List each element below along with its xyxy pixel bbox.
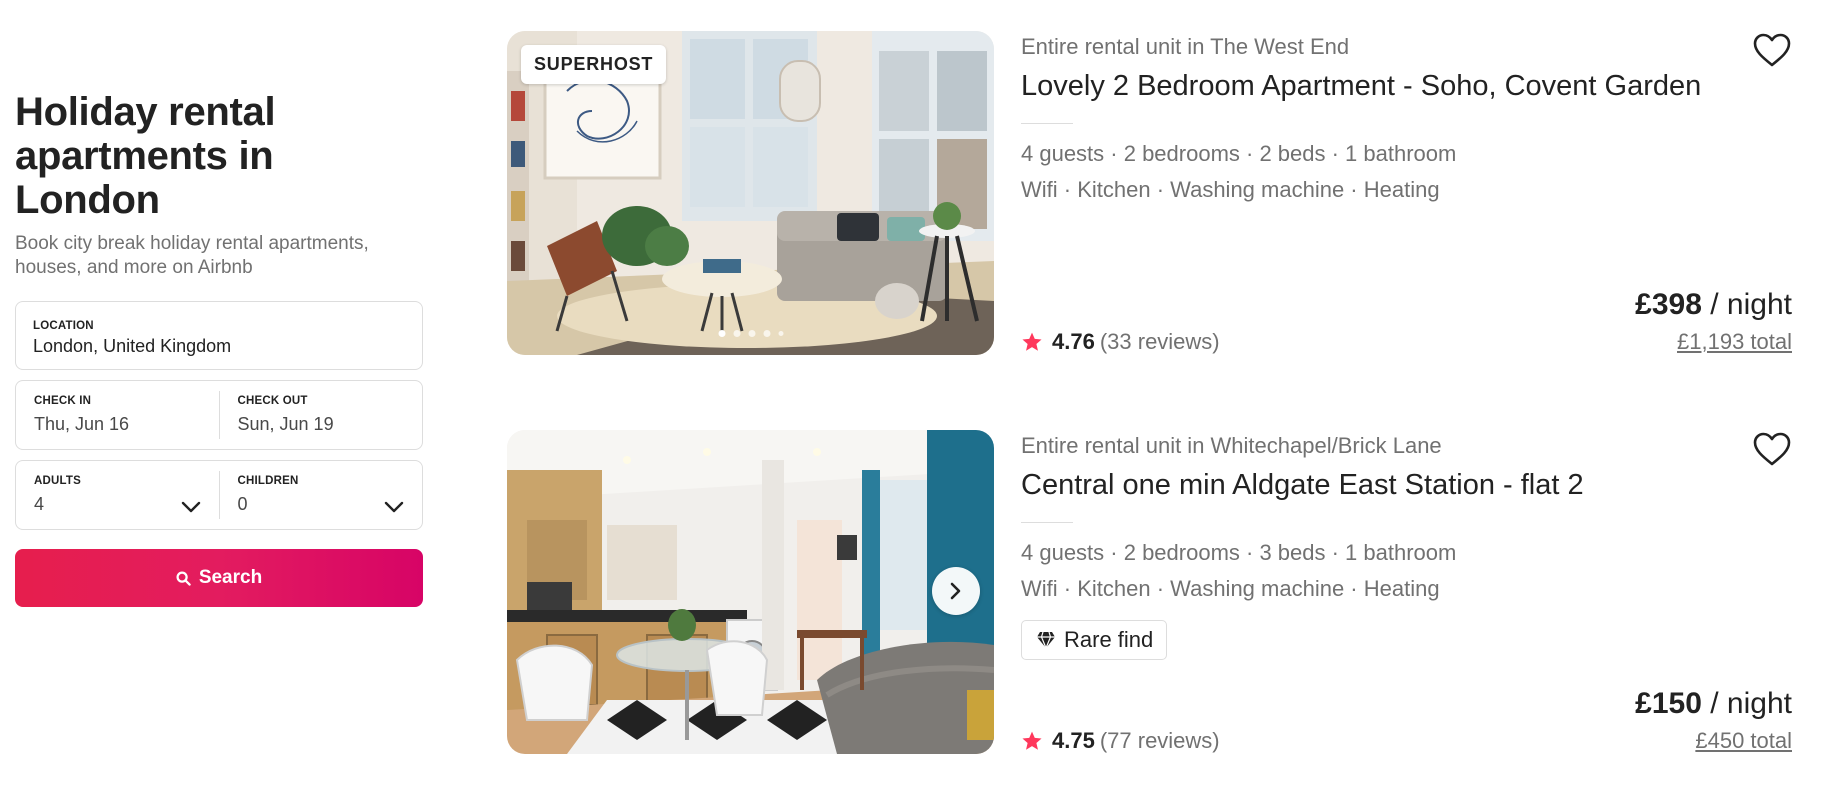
listing-photo[interactable]: SUPERHOST: [507, 31, 994, 355]
search-button-label: Search: [198, 567, 263, 588]
adults-value[interactable]: 4: [34, 494, 201, 515]
chevron-down-icon[interactable]: [181, 501, 201, 513]
carousel-dot[interactable]: [778, 331, 783, 336]
search-panel: Holiday rental apartments in London Book…: [15, 90, 423, 607]
divider: [1021, 522, 1073, 523]
adults-label: ADULTS: [34, 475, 81, 487]
location-input[interactable]: London, United Kingdom: [33, 336, 405, 357]
star-icon: [1022, 731, 1042, 750]
nightly-price: £398 / night: [1635, 287, 1792, 323]
divider: [1021, 123, 1073, 124]
price-amount: £150: [1635, 687, 1702, 720]
adults-select[interactable]: ADULTS 4: [16, 461, 219, 529]
listing-title[interactable]: Lovely 2 Bedroom Apartment - Soho, Coven…: [1021, 68, 1792, 104]
total-price-link[interactable]: £1,193 total: [1677, 329, 1792, 355]
listing-photo[interactable]: [507, 430, 994, 754]
listing-details: 4 guests · 2 bedrooms · 3 beds · 1 bathr…: [1021, 540, 1457, 565]
checkin-field[interactable]: CHECK IN Thu, Jun 16: [16, 381, 219, 449]
checkout-field[interactable]: CHECK OUT Sun, Jun 19: [218, 391, 423, 439]
listing-amenities: Wifi · Kitchen · Washing machine · Heati…: [1021, 576, 1440, 601]
carousel-dots: [718, 330, 783, 337]
rare-find-badge: Rare find: [1021, 620, 1168, 660]
chevron-right-icon: [950, 582, 961, 600]
checkin-label: CHECK IN: [34, 395, 92, 407]
star-icon: [1022, 332, 1042, 351]
price-unit: / night: [1710, 687, 1792, 720]
price-unit: / night: [1710, 288, 1792, 321]
dates-field: CHECK IN Thu, Jun 16 CHECK OUT Sun, Jun …: [15, 380, 423, 450]
heart-icon[interactable]: [1752, 32, 1792, 68]
carousel-next-button[interactable]: [932, 567, 980, 615]
location-label: LOCATION: [33, 320, 94, 332]
children-value[interactable]: 0: [238, 494, 405, 515]
checkout-label: CHECK OUT: [237, 395, 308, 407]
search-icon: [176, 570, 191, 586]
listing-info: Entire rental unit in Whitechapel/Brick …: [1021, 430, 1792, 754]
carousel-dot[interactable]: [763, 330, 770, 337]
rating-score: 4.76: [1052, 329, 1095, 354]
guests-field: ADULTS 4 CHILDREN 0: [15, 460, 423, 530]
listing-rating: 4.75 (77 reviews): [1021, 728, 1220, 754]
listing-type: Entire rental unit in The West End: [1021, 34, 1350, 59]
listing-rating: 4.76 (33 reviews): [1021, 329, 1220, 355]
total-price-link[interactable]: £450 total: [1695, 728, 1792, 754]
price-block: £150 / night £450 total: [1635, 686, 1792, 754]
rare-find-label: Rare find: [1064, 627, 1154, 652]
children-label: CHILDREN: [237, 475, 299, 487]
search-button[interactable]: Search: [15, 549, 423, 607]
carousel-dot[interactable]: [718, 330, 725, 337]
location-field[interactable]: LOCATION London, United Kingdom: [15, 301, 423, 370]
review-count: (77 reviews): [1099, 728, 1220, 753]
listing-info: Entire rental unit in The West End Lovel…: [1021, 31, 1792, 355]
listing-card[interactable]: Entire rental unit in Whitechapel/Brick …: [507, 430, 1792, 754]
price-amount: £398: [1635, 288, 1702, 321]
page-title: Holiday rental apartments in London: [15, 90, 276, 222]
listing-card[interactable]: SUPERHOST Entire rental unit in The West…: [507, 31, 1792, 355]
checkin-input[interactable]: Thu, Jun 16: [34, 414, 201, 435]
heart-icon[interactable]: [1752, 431, 1792, 467]
listing-title[interactable]: Central one min Aldgate East Station - f…: [1021, 467, 1792, 503]
children-select[interactable]: CHILDREN 0: [218, 471, 423, 519]
listing-type: Entire rental unit in Whitechapel/Brick …: [1021, 433, 1442, 458]
chevron-down-icon[interactable]: [384, 501, 404, 513]
price-block: £398 / night £1,193 total: [1635, 287, 1792, 355]
superhost-badge: SUPERHOST: [521, 45, 667, 84]
listing-details: 4 guests · 2 bedrooms · 2 beds · 1 bathr…: [1021, 141, 1457, 166]
nightly-price: £150 / night: [1635, 686, 1792, 722]
checkout-input[interactable]: Sun, Jun 19: [238, 414, 405, 435]
page-subtitle: Book city break holiday rental apartment…: [15, 233, 369, 278]
review-count: (33 reviews): [1099, 329, 1220, 354]
carousel-dot[interactable]: [733, 330, 740, 337]
listing-amenities: Wifi · Kitchen · Washing machine · Heati…: [1021, 177, 1440, 202]
rating-score: 4.75: [1052, 728, 1095, 753]
carousel-dot[interactable]: [748, 330, 755, 337]
diamond-icon: [1037, 631, 1055, 649]
listing-photo-image: [507, 430, 994, 754]
